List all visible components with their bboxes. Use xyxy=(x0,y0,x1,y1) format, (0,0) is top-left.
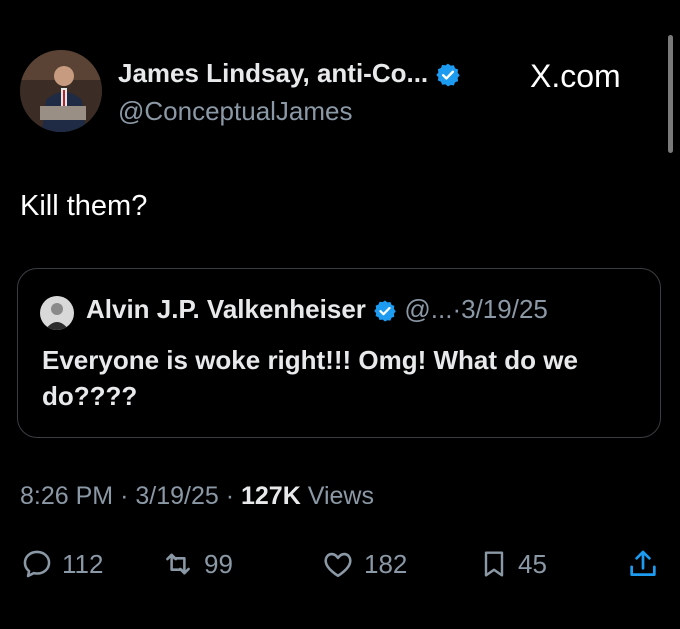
separator-dot: · xyxy=(452,294,462,324)
quoted-tweet-date[interactable]: 3/19/25 xyxy=(461,294,548,324)
tweet-meta: 8:26 PM · 3/19/25 · 127K Views xyxy=(20,482,374,511)
reply-button[interactable]: 112 xyxy=(20,544,103,584)
quoted-tweet-header: Alvin J.P. Valkenheiser @...·3/19/25 xyxy=(86,294,548,325)
author-name-row[interactable]: James Lindsay, anti-Co... xyxy=(118,58,461,89)
reply-icon xyxy=(23,550,51,578)
like-count: 182 xyxy=(364,548,408,579)
views-count: 127K xyxy=(241,482,301,510)
bookmark-button[interactable]: 45 xyxy=(478,544,547,584)
bookmark-icon xyxy=(484,551,504,577)
repost-count: 99 xyxy=(204,548,233,579)
repost-icon xyxy=(166,553,190,575)
quoted-author-name[interactable]: Alvin J.P. Valkenheiser xyxy=(86,294,366,324)
author-name[interactable]: James Lindsay, anti-Co... xyxy=(118,58,428,88)
bookmark-count: 45 xyxy=(518,548,547,579)
tweet-date[interactable]: 3/19/25 xyxy=(135,482,218,510)
separator-dot: · xyxy=(120,482,129,510)
verified-badge-icon xyxy=(436,63,461,87)
repost-button[interactable]: 99 xyxy=(160,544,233,584)
tweet-text: Kill them? xyxy=(20,190,148,222)
separator-dot: · xyxy=(225,482,235,510)
quoted-author-handle[interactable]: @... xyxy=(404,294,452,324)
scrollbar[interactable] xyxy=(668,35,673,153)
x-com-watermark: X.com xyxy=(530,58,621,94)
author-handle[interactable]: @ConceptualJames xyxy=(118,96,353,127)
tweet-time[interactable]: 8:26 PM xyxy=(20,482,113,510)
author-avatar[interactable] xyxy=(20,50,102,132)
reply-count: 112 xyxy=(62,548,104,579)
quoted-author-avatar[interactable] xyxy=(40,296,74,330)
share-icon xyxy=(630,550,656,576)
like-button[interactable]: 182 xyxy=(320,544,407,584)
verified-badge-icon xyxy=(374,300,396,322)
views-label: Views xyxy=(307,482,374,510)
like-icon xyxy=(324,552,352,578)
quoted-tweet-text: Everyone is woke right!!! Omg! What do w… xyxy=(42,345,578,411)
share-button[interactable] xyxy=(626,544,660,584)
